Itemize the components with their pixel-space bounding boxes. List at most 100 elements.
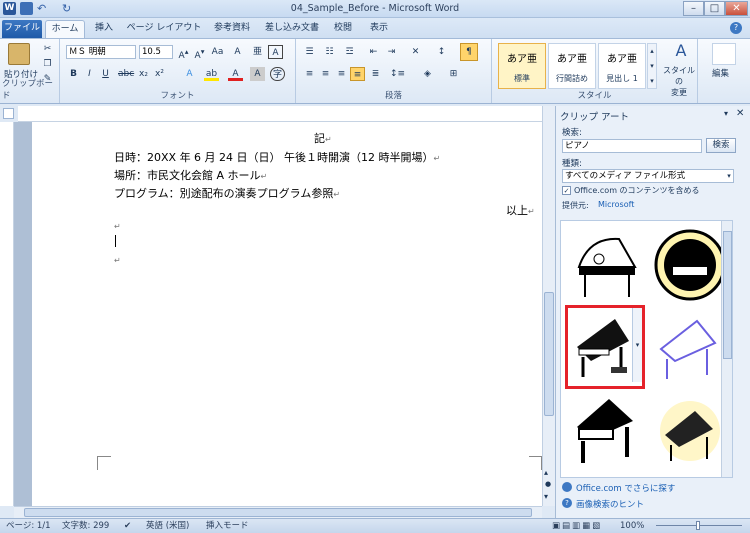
ruler-toggle[interactable] bbox=[3, 108, 14, 119]
shading-icon[interactable]: ◈ bbox=[420, 67, 435, 81]
justify-icon[interactable]: ≡ bbox=[350, 67, 365, 81]
asian-layout-icon[interactable]: ✕ bbox=[408, 45, 423, 59]
tab-home[interactable]: ホーム bbox=[45, 20, 85, 38]
tab-page-layout[interactable]: ページ レイアウト bbox=[124, 20, 204, 38]
clipart-piano-badge[interactable] bbox=[653, 227, 727, 303]
view-buttons[interactable]: ▣▤▥▦▧ bbox=[552, 519, 602, 533]
tab-references[interactable]: 参考資料 bbox=[208, 20, 256, 38]
search-input[interactable]: ピアノ bbox=[562, 139, 702, 153]
search-button[interactable]: 検索 bbox=[706, 138, 736, 153]
pane-title: クリップ アート bbox=[560, 112, 629, 123]
next-page-icon[interactable]: ▾ bbox=[544, 492, 548, 501]
close-button[interactable]: ✕ bbox=[725, 1, 748, 16]
status-words[interactable]: 文字数: 299 bbox=[62, 519, 109, 533]
scroll-thumb[interactable] bbox=[544, 292, 554, 416]
style-no-spacing[interactable]: あア亜 行間詰め bbox=[548, 43, 596, 89]
enclose-char-icon[interactable]: 字 bbox=[270, 67, 285, 81]
align-left-icon[interactable]: ≡ bbox=[302, 67, 317, 81]
dropdown-arrow-icon[interactable]: ▾ bbox=[724, 170, 734, 182]
numbering-icon[interactable]: ☷ bbox=[322, 45, 337, 59]
provider-link[interactable]: Microsoft bbox=[598, 200, 634, 209]
text-effects-icon[interactable]: A bbox=[182, 67, 197, 81]
pane-menu-icon[interactable]: ▾ bbox=[724, 109, 728, 118]
proofing-icon[interactable]: ✔ bbox=[124, 519, 131, 533]
clear-format-icon[interactable]: A bbox=[230, 45, 245, 59]
tab-view[interactable]: 表示 bbox=[364, 20, 394, 38]
include-office-label[interactable]: Office.com のコンテンツを含める bbox=[574, 185, 700, 196]
hscroll-thumb[interactable] bbox=[24, 508, 532, 517]
tab-review[interactable]: 校閲 bbox=[328, 20, 358, 38]
superscript-icon[interactable]: x² bbox=[152, 67, 167, 81]
underline-icon[interactable]: U bbox=[98, 67, 113, 81]
maximize-button[interactable]: □ bbox=[704, 1, 725, 16]
clip-dropdown-icon[interactable]: ▾ bbox=[632, 308, 642, 382]
horizontal-scrollbar[interactable] bbox=[14, 506, 542, 518]
line-spacing-icon[interactable]: ↕≡ bbox=[390, 67, 405, 81]
status-mode[interactable]: 挿入モード bbox=[206, 519, 249, 533]
search-hints-link[interactable]: 画像検索のヒント bbox=[576, 498, 644, 510]
multilevel-list-icon[interactable]: ☲ bbox=[342, 45, 357, 59]
sort-icon[interactable]: ↕ bbox=[434, 45, 449, 59]
pane-close-icon[interactable]: ✕ bbox=[736, 108, 744, 119]
vertical-scrollbar[interactable]: ▴ ● ▾ bbox=[542, 106, 555, 506]
distributed-icon[interactable]: ≣ bbox=[368, 67, 383, 81]
clipart-grand-piano-selected[interactable]: ▾ bbox=[565, 305, 645, 389]
italic-icon[interactable]: I bbox=[82, 67, 97, 81]
editing-label[interactable]: 編集 bbox=[712, 67, 740, 79]
font-size-combo[interactable]: 10.5 bbox=[139, 45, 173, 59]
help-icon[interactable]: ? bbox=[730, 22, 742, 34]
borders-icon[interactable]: ⊞ bbox=[446, 67, 461, 81]
increase-indent-icon[interactable]: ⇥ bbox=[384, 45, 399, 59]
change-case-icon[interactable]: Aa bbox=[210, 45, 225, 59]
editing-icon[interactable] bbox=[712, 43, 736, 65]
paste-icon[interactable] bbox=[8, 43, 30, 65]
tab-insert[interactable]: 挿入 bbox=[88, 20, 120, 38]
show-marks-icon[interactable]: ¶ bbox=[460, 43, 478, 61]
browse-object-icon[interactable]: ● bbox=[545, 480, 551, 488]
subscript-icon[interactable]: x₂ bbox=[136, 67, 151, 81]
status-language[interactable]: 英語 (米国) bbox=[146, 519, 189, 533]
bold-icon[interactable]: B bbox=[66, 67, 81, 81]
clipart-black-piano[interactable] bbox=[569, 393, 643, 469]
zoom-level[interactable]: 100% bbox=[620, 519, 644, 533]
zoom-slider-thumb[interactable] bbox=[696, 521, 700, 530]
status-page[interactable]: ページ: 1/1 bbox=[6, 519, 51, 533]
style-gallery-scroll[interactable]: ▴ ▾ ▾ bbox=[647, 43, 657, 89]
change-styles-icon[interactable]: A bbox=[670, 41, 692, 63]
char-border-icon[interactable]: A bbox=[268, 45, 283, 59]
bullets-icon[interactable]: ☰ bbox=[302, 45, 317, 59]
include-office-checkbox[interactable]: ✓ bbox=[562, 186, 571, 195]
document-page[interactable]: 記↵ 日時：20XX 年 6 月 24 日（日） 午後１時開演（12 時半開場）… bbox=[32, 122, 542, 506]
char-shading-icon[interactable]: A bbox=[250, 67, 265, 81]
align-center-icon[interactable]: ≡ bbox=[318, 67, 333, 81]
tab-file[interactable]: ファイル bbox=[2, 20, 42, 38]
prev-page-icon[interactable]: ▴ bbox=[544, 468, 548, 477]
style-normal[interactable]: あア亜 標準 bbox=[498, 43, 546, 89]
tab-mailings[interactable]: 差し込み文書 bbox=[262, 20, 322, 38]
cut-icon[interactable]: ✂ bbox=[40, 42, 55, 56]
align-right-icon[interactable]: ≡ bbox=[334, 67, 349, 81]
vertical-ruler[interactable] bbox=[0, 122, 14, 506]
clipart-piano-player[interactable] bbox=[569, 227, 643, 303]
office-more-link[interactable]: Office.com でさらに探す bbox=[576, 482, 675, 494]
group-styles: あア亜 標準 あア亜 行間詰め あア亜 見出し 1 ▴ ▾ ▾ A スタイルの 変更 スタ… bbox=[492, 39, 698, 103]
shrink-font-icon[interactable]: A▾ bbox=[192, 45, 207, 61]
results-scroll-thumb[interactable] bbox=[723, 231, 732, 359]
decrease-indent-icon[interactable]: ⇤ bbox=[366, 45, 381, 59]
phonetic-icon[interactable]: 亜 bbox=[250, 45, 265, 59]
style-heading-1[interactable]: あア亜 見出し 1 bbox=[598, 43, 646, 89]
group-label-styles: スタイル bbox=[577, 91, 612, 101]
strikethrough-icon[interactable]: abc bbox=[118, 67, 134, 81]
clipart-purple-piano[interactable] bbox=[653, 309, 727, 385]
media-type-select[interactable]: すべてのメディア ファイル形式 bbox=[562, 169, 734, 183]
highlight-icon[interactable]: ab bbox=[204, 67, 219, 81]
clipart-piano-spotlight[interactable] bbox=[653, 393, 727, 469]
grow-font-icon[interactable]: A▴ bbox=[176, 45, 191, 61]
copy-icon[interactable]: ❐ bbox=[40, 57, 55, 71]
font-name-combo[interactable]: ＭＳ 明朝 bbox=[66, 45, 136, 59]
minimize-button[interactable]: – bbox=[683, 1, 704, 16]
font-color-icon[interactable]: A bbox=[228, 67, 243, 81]
horizontal-ruler[interactable] bbox=[18, 106, 542, 122]
para-mark: ↵ bbox=[114, 256, 121, 265]
results-scrollbar[interactable] bbox=[721, 221, 732, 477]
